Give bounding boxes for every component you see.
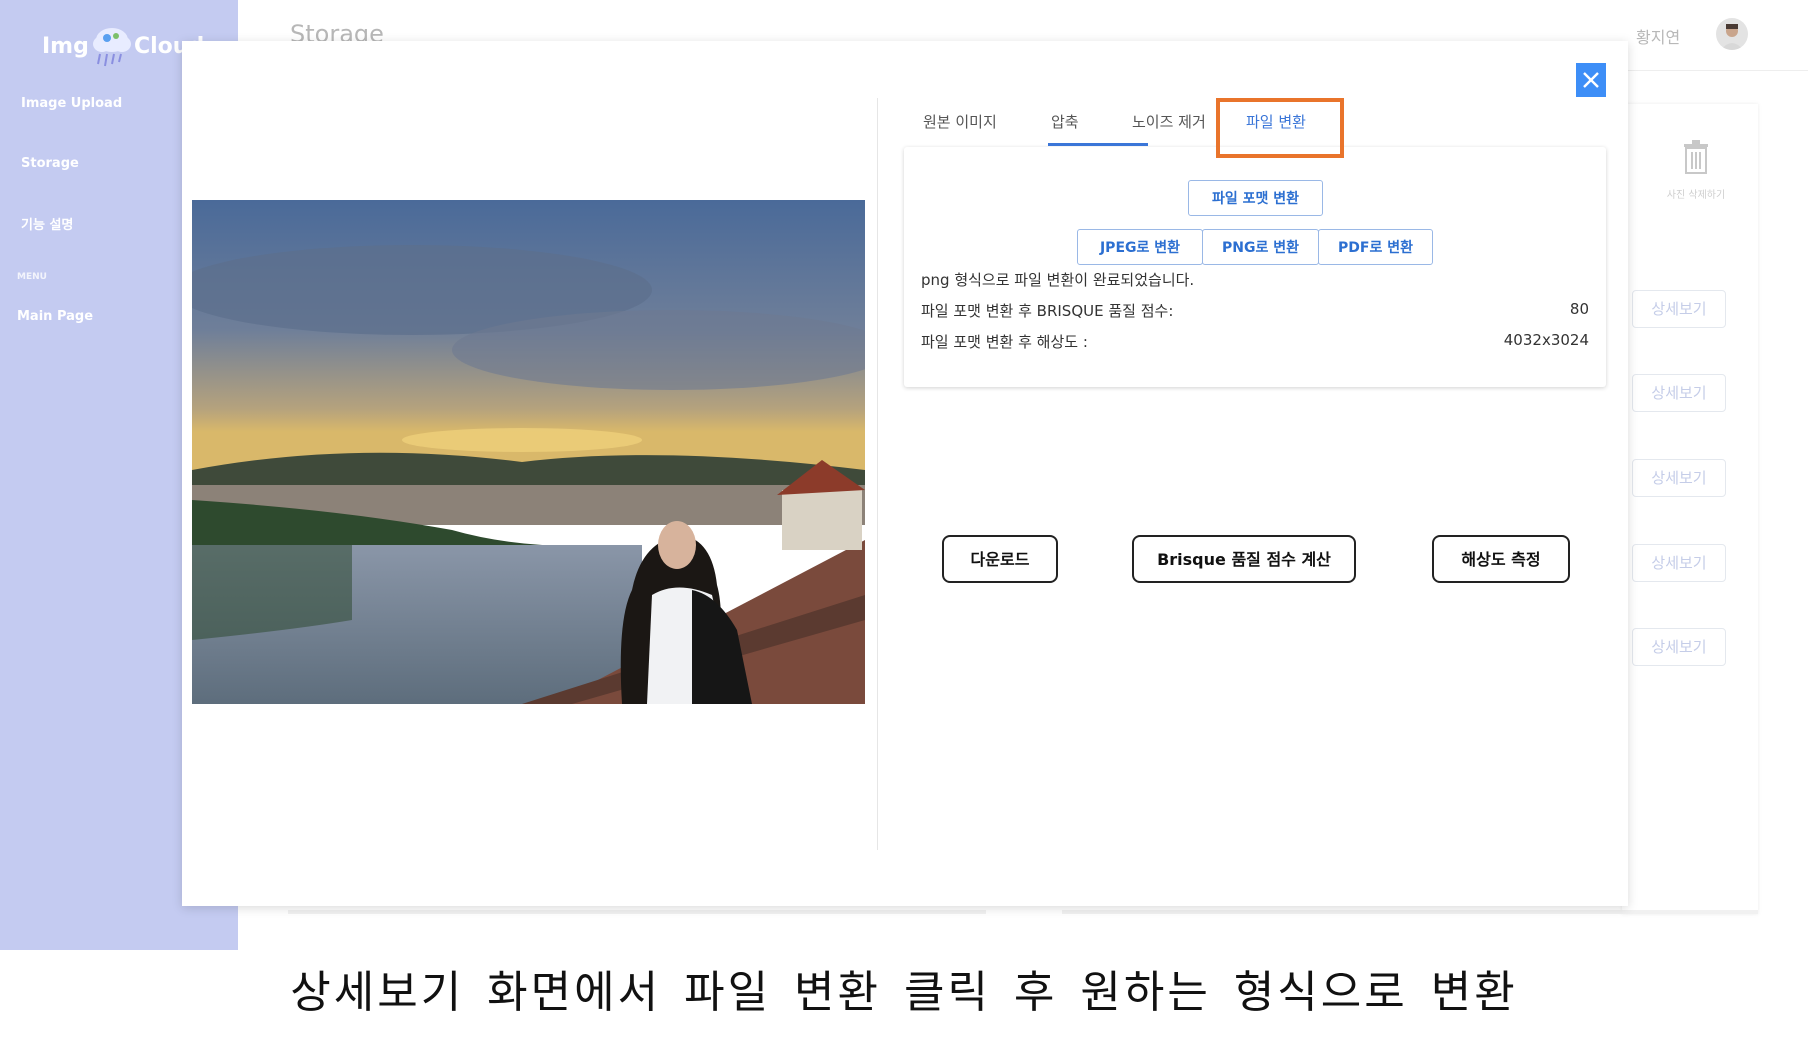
detail-modal: 원본 이미지 압축 노이즈 제거 파일 변환 파일 포맷 변환 JPEG로 변환… [182, 41, 1628, 906]
user-name: 황지연 [1636, 28, 1681, 47]
card-shadow [288, 910, 986, 914]
sidebar-item-feature-guide[interactable]: 기능 설명 [21, 214, 73, 233]
card-shadow [1062, 910, 1758, 914]
file-format-convert-button[interactable]: 파일 포맷 변환 [1188, 180, 1323, 216]
preview-image [192, 200, 865, 704]
delete-photo-label: 사진 삭제하기 [1666, 190, 1726, 201]
convert-pdf-button[interactable]: PDF로 변환 [1318, 229, 1433, 265]
detail-view-button[interactable]: 상세보기 [1632, 459, 1726, 497]
convert-panel: 파일 포맷 변환 JPEG로 변환 PNG로 변환 PDF로 변환 png 형식… [904, 147, 1606, 387]
convert-status-message: png 형식으로 파일 변환이 완료되었습니다. [921, 271, 1195, 289]
close-icon [1583, 72, 1599, 88]
convert-jpeg-button[interactable]: JPEG로 변환 [1077, 229, 1203, 265]
logo-text-img: Img [42, 34, 89, 59]
resolution-measure-button[interactable]: 해상도 측정 [1432, 535, 1570, 583]
sidebar-item-image-upload[interactable]: Image Upload [21, 96, 122, 111]
download-button[interactable]: 다운로드 [942, 535, 1058, 583]
delete-photo-button[interactable]: 사진 삭제하기 [1656, 140, 1736, 201]
caption: 상세보기 화면에서 파일 변환 클릭 후 원하는 형식으로 변환 [290, 967, 1518, 1018]
sidebar-menu-heading: MENU [17, 272, 47, 282]
modal-divider [877, 98, 878, 850]
detail-view-button[interactable]: 상세보기 [1632, 290, 1726, 328]
detail-view-button[interactable]: 상세보기 [1632, 628, 1726, 666]
tab-original-image[interactable]: 원본 이미지 [923, 111, 997, 132]
tab-highlight-box [1216, 98, 1344, 158]
convert-png-button[interactable]: PNG로 변환 [1202, 229, 1319, 265]
user-avatar-icon [1721, 24, 1743, 50]
header-divider [1626, 70, 1808, 71]
sidebar-item-storage[interactable]: Storage [21, 156, 79, 171]
cloud-logo-icon [93, 28, 131, 67]
active-tab-underline [1048, 143, 1148, 146]
storage-card [1622, 104, 1758, 914]
brisque-score-label: 파일 포맷 변환 후 BRISQUE 품질 점수: [921, 302, 1174, 320]
trash-icon [1684, 140, 1708, 174]
detail-view-button[interactable]: 상세보기 [1632, 374, 1726, 412]
brisque-score-button[interactable]: Brisque 품질 점수 계산 [1132, 535, 1356, 583]
avatar[interactable] [1716, 18, 1748, 50]
resolution-label: 파일 포맷 변환 후 해상도 : [921, 333, 1088, 351]
sidebar-item-main-page[interactable]: Main Page [17, 309, 93, 324]
detail-view-button[interactable]: 상세보기 [1632, 544, 1726, 582]
tab-compress[interactable]: 압축 [1051, 111, 1079, 132]
preview-photo [192, 200, 865, 704]
resolution-value: 4032x3024 [1503, 331, 1589, 349]
close-button[interactable] [1576, 63, 1606, 97]
brisque-score-value: 80 [1569, 300, 1589, 318]
tab-noise-removal[interactable]: 노이즈 제거 [1132, 111, 1206, 132]
